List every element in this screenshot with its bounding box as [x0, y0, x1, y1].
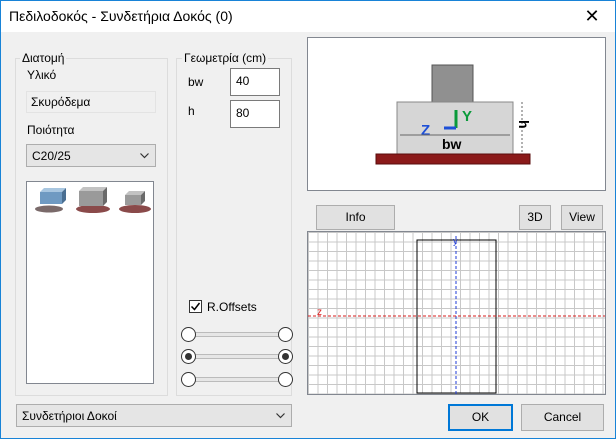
cancel-button[interactable]: Cancel [521, 404, 604, 431]
section-type-icons [35, 187, 151, 213]
quality-select[interactable]: C20/25 [26, 144, 156, 167]
offset-bottom-left-radio[interactable] [181, 372, 196, 387]
ok-button[interactable]: OK [448, 404, 513, 431]
r-offsets-label: R.Offsets [207, 300, 257, 314]
bw-label: bw [188, 75, 204, 89]
h-label: h [188, 104, 195, 118]
quality-select-value: C20/25 [32, 149, 71, 163]
material-label: Υλικό [27, 68, 57, 82]
offset-slider-top[interactable] [191, 332, 285, 337]
info-button[interactable]: Info [316, 205, 395, 230]
grid-drawing: z y [308, 236, 605, 394]
section-drawing: Z Y bw h [375, 64, 532, 165]
offset-middle-right-radio[interactable] [278, 349, 293, 364]
offset-slider-middle[interactable] [191, 354, 285, 359]
close-icon[interactable]: ✕ [569, 1, 615, 32]
cross-section-grid[interactable]: z y [307, 231, 606, 395]
offset-slider-bottom[interactable] [191, 377, 285, 382]
title-bar: Πεδιλοδοκός - Συνδετήρια Δοκός (0) ✕ [1, 1, 615, 32]
h-input[interactable]: 80 [230, 100, 280, 128]
column-shape [431, 64, 474, 103]
footing-shape [375, 153, 531, 165]
preview-h-label: h [516, 120, 532, 129]
beam-type-2-icon[interactable] [76, 187, 110, 213]
chevron-down-icon [276, 413, 285, 419]
section-type-list[interactable] [26, 181, 154, 384]
offset-top-left-radio[interactable] [181, 327, 196, 342]
3d-button[interactable]: 3D [519, 205, 551, 230]
quality-label: Ποιότητα [27, 123, 75, 137]
geometry-group-label: Γεωμετρία (cm) [182, 51, 269, 65]
section-preview: Z Y bw h [307, 37, 606, 191]
section-group-label: Διατομή [20, 51, 67, 65]
bw-input[interactable]: 40 [230, 68, 280, 96]
z-axis-label: z [317, 307, 322, 318]
element-type-value: Συνδετήριοι Δοκοί [22, 409, 117, 423]
r-offsets-checkbox[interactable] [189, 300, 202, 313]
window-title: Πεδιλοδοκός - Συνδετήρια Δοκός (0) [9, 8, 233, 24]
beam-type-3-icon[interactable] [119, 191, 151, 213]
offset-bottom-right-radio[interactable] [278, 372, 293, 387]
offset-middle-left-radio[interactable] [181, 349, 196, 364]
preview-z-label: Z [421, 122, 430, 139]
preview-bw-label: bw [442, 136, 462, 152]
beam-type-1-icon[interactable] [35, 188, 66, 213]
material-field: Σκυρόδεμα [26, 91, 156, 113]
check-icon [190, 302, 201, 311]
dialog-window: Πεδιλοδοκός - Συνδετήρια Δοκός (0) ✕ Δια… [0, 0, 616, 439]
offset-top-right-radio[interactable] [278, 327, 293, 342]
element-type-select[interactable]: Συνδετήριοι Δοκοί [16, 404, 292, 427]
preview-y-label: Y [462, 108, 472, 125]
chevron-down-icon [140, 153, 149, 159]
view-button[interactable]: View [561, 205, 603, 230]
y-axis-label: y [453, 236, 458, 246]
